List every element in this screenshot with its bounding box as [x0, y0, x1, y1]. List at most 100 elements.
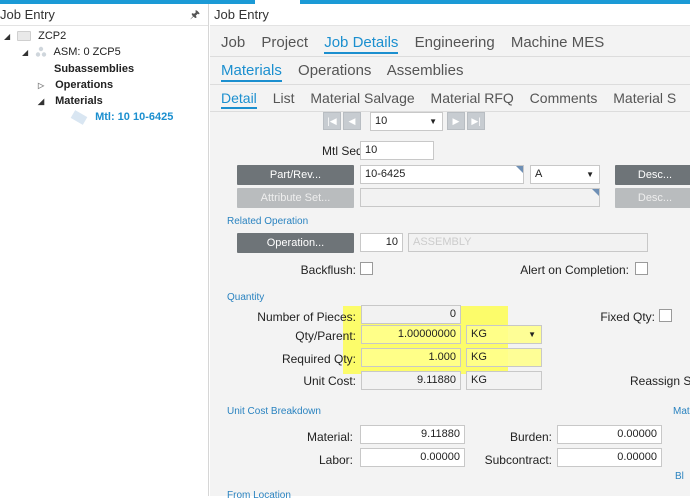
expanded-icon[interactable]: ◢ — [22, 45, 32, 61]
pin-icon[interactable]: 🖈 — [190, 4, 200, 26]
burden-cost-label: Burden: — [509, 430, 552, 444]
alert-on-completion-label: Alert on Completion: — [520, 263, 629, 277]
tab-assemblies[interactable]: Assemblies — [387, 62, 464, 79]
tab-material-salvage[interactable]: Material Salvage — [310, 90, 414, 106]
desc-button[interactable]: Desc... — [615, 165, 690, 185]
prev-record-button[interactable]: ◀ — [343, 112, 361, 130]
subcontract-cost-label: Subcontract: — [484, 453, 552, 467]
tab-engineering[interactable]: Engineering — [415, 34, 495, 51]
tab-job-details[interactable]: Job Details — [324, 34, 399, 54]
tree-node-assembly-label: ASM: 0 ZCP5 — [53, 46, 121, 58]
part-field[interactable]: 10-6425 — [360, 165, 524, 184]
fixed-qty-label: Fixed Qty: — [600, 310, 655, 324]
tree-node-material-item[interactable]: Mtl: 10 10-6425 — [70, 109, 174, 125]
backflush-label: Backflush: — [300, 263, 356, 277]
expanded-icon[interactable]: ◢ — [38, 94, 48, 110]
tree-node-subassemblies[interactable]: Subassemblies — [54, 61, 134, 77]
tree-node-materials[interactable]: ◢ Materials — [38, 93, 103, 109]
unit-cost-field: 9.11880 — [361, 371, 461, 390]
subcontract-cost-field[interactable]: 0.00000 — [557, 448, 662, 467]
desc-button-2[interactable]: Desc... — [615, 188, 690, 208]
unit-cost-label: Unit Cost: — [303, 374, 356, 388]
tab-materials[interactable]: Materials — [221, 62, 282, 82]
part-field-value: 10-6425 — [365, 168, 406, 180]
sub-tabs: Materials Operations Assemblies — [221, 62, 475, 82]
required-qty-field[interactable]: 1.000 — [361, 348, 461, 367]
qty-parent-uom-select[interactable]: KG ▼ — [466, 325, 542, 344]
attribute-set-field[interactable] — [360, 188, 600, 207]
operation-field[interactable]: 10 — [360, 233, 403, 252]
chevron-down-icon: ▼ — [528, 330, 536, 339]
tree-panel: Job Entry 🖈 ◢ ZCP2 ◢ ASM: 0 ZCP5 Subasse… — [0, 4, 209, 496]
labor-cost-label: Labor: — [318, 453, 353, 467]
expanded-icon[interactable]: ◢ — [4, 29, 14, 45]
related-operation-section: Related Operation — [227, 216, 309, 227]
labor-cost-field[interactable]: 0.00000 — [360, 448, 465, 467]
qty-parent-label: Qty/Parent: — [295, 329, 356, 343]
tree-panel-title: Job Entry — [0, 7, 55, 22]
number-of-pieces-field: 0 — [361, 305, 461, 324]
backflush-checkbox[interactable] — [360, 262, 373, 275]
attribute-set-button[interactable]: Attribute Set... — [237, 188, 354, 208]
required-qty-uom-field: KG — [466, 348, 542, 367]
material-cost-label: Material: — [306, 430, 353, 444]
detail-panel: Job Entry Job Project Job Details Engine… — [210, 4, 690, 501]
revision-select[interactable]: A ▼ — [530, 165, 600, 184]
divider — [210, 84, 690, 85]
required-qty-label: Required Qty: — [281, 352, 356, 366]
collapsed-icon[interactable]: ▷ — [38, 78, 48, 94]
operation-button[interactable]: Operation... — [237, 233, 354, 253]
search-corner-icon — [516, 166, 523, 173]
tab-machine-mes[interactable]: Machine MES — [511, 34, 604, 51]
tree-node-materials-label: Materials — [55, 95, 103, 107]
number-of-pieces-label: Number of Pieces: — [257, 310, 356, 324]
alert-on-completion-checkbox[interactable] — [635, 262, 648, 275]
tab-detail[interactable]: Detail — [221, 90, 257, 109]
unit-cost-breakdown-section: Unit Cost Breakdown — [227, 406, 321, 417]
divider — [210, 56, 690, 57]
mat-section-label: Mat — [673, 406, 690, 417]
mtl-seq-label: Mtl Seq: — [321, 144, 366, 158]
record-selector[interactable]: 10 ▼ — [370, 112, 443, 131]
detail-tabs: Detail List Material Salvage Material RF… — [221, 90, 688, 109]
tab-material-rfq[interactable]: Material RFQ — [431, 90, 514, 106]
bl-section-label: Bl — [675, 471, 684, 482]
tab-comments[interactable]: Comments — [530, 90, 598, 106]
folder-icon — [17, 31, 32, 42]
search-corner-icon — [592, 189, 599, 196]
fixed-qty-checkbox[interactable] — [659, 309, 672, 322]
quantity-section: Quantity — [227, 292, 265, 303]
tree-node-material-item-label: Mtl: 10 10-6425 — [95, 111, 174, 123]
main-tabs: Job Project Job Details Engineering Mach… — [221, 34, 616, 54]
mtl-seq-field[interactable]: 10 — [360, 141, 434, 160]
tree-node-operations-label: Operations — [55, 79, 114, 91]
qty-parent-uom-value: KG — [471, 328, 487, 340]
tab-project[interactable]: Project — [261, 34, 308, 51]
chevron-down-icon: ▼ — [429, 117, 437, 126]
tab-job[interactable]: Job — [221, 34, 245, 51]
unit-cost-uom-field: KG — [466, 371, 542, 390]
tab-material-s[interactable]: Material S — [613, 90, 676, 106]
tree-node-assembly[interactable]: ◢ ASM: 0 ZCP5 — [22, 44, 121, 60]
tree-node-job[interactable]: ◢ ZCP2 — [4, 28, 66, 44]
last-record-button[interactable]: ▶| — [467, 112, 485, 130]
detail-panel-header: Job Entry — [210, 4, 690, 26]
material-cost-field[interactable]: 9.11880 — [360, 425, 465, 444]
material-icon — [70, 109, 88, 125]
first-record-button[interactable]: |◀ — [323, 112, 341, 130]
operation-desc-field: ASSEMBLY — [408, 233, 648, 252]
revision-select-value: A — [535, 168, 543, 180]
tree-node-job-label: ZCP2 — [38, 30, 67, 42]
tree-node-operations[interactable]: ▷ Operations — [38, 77, 113, 93]
tree-panel-header: Job Entry 🖈 — [0, 4, 208, 26]
part-rev-button[interactable]: Part/Rev... — [237, 165, 354, 185]
reassign-label: Reassign S — [630, 374, 690, 388]
qty-parent-field[interactable]: 1.00000000 — [361, 325, 461, 344]
tab-list[interactable]: List — [273, 90, 295, 106]
assembly-icon — [35, 46, 47, 58]
tree-node-subassemblies-label: Subassemblies — [54, 63, 135, 75]
tab-operations[interactable]: Operations — [298, 62, 371, 79]
next-record-button[interactable]: ▶ — [447, 112, 465, 130]
burden-cost-field[interactable]: 0.00000 — [557, 425, 662, 444]
record-selector-value: 10 — [375, 115, 388, 127]
